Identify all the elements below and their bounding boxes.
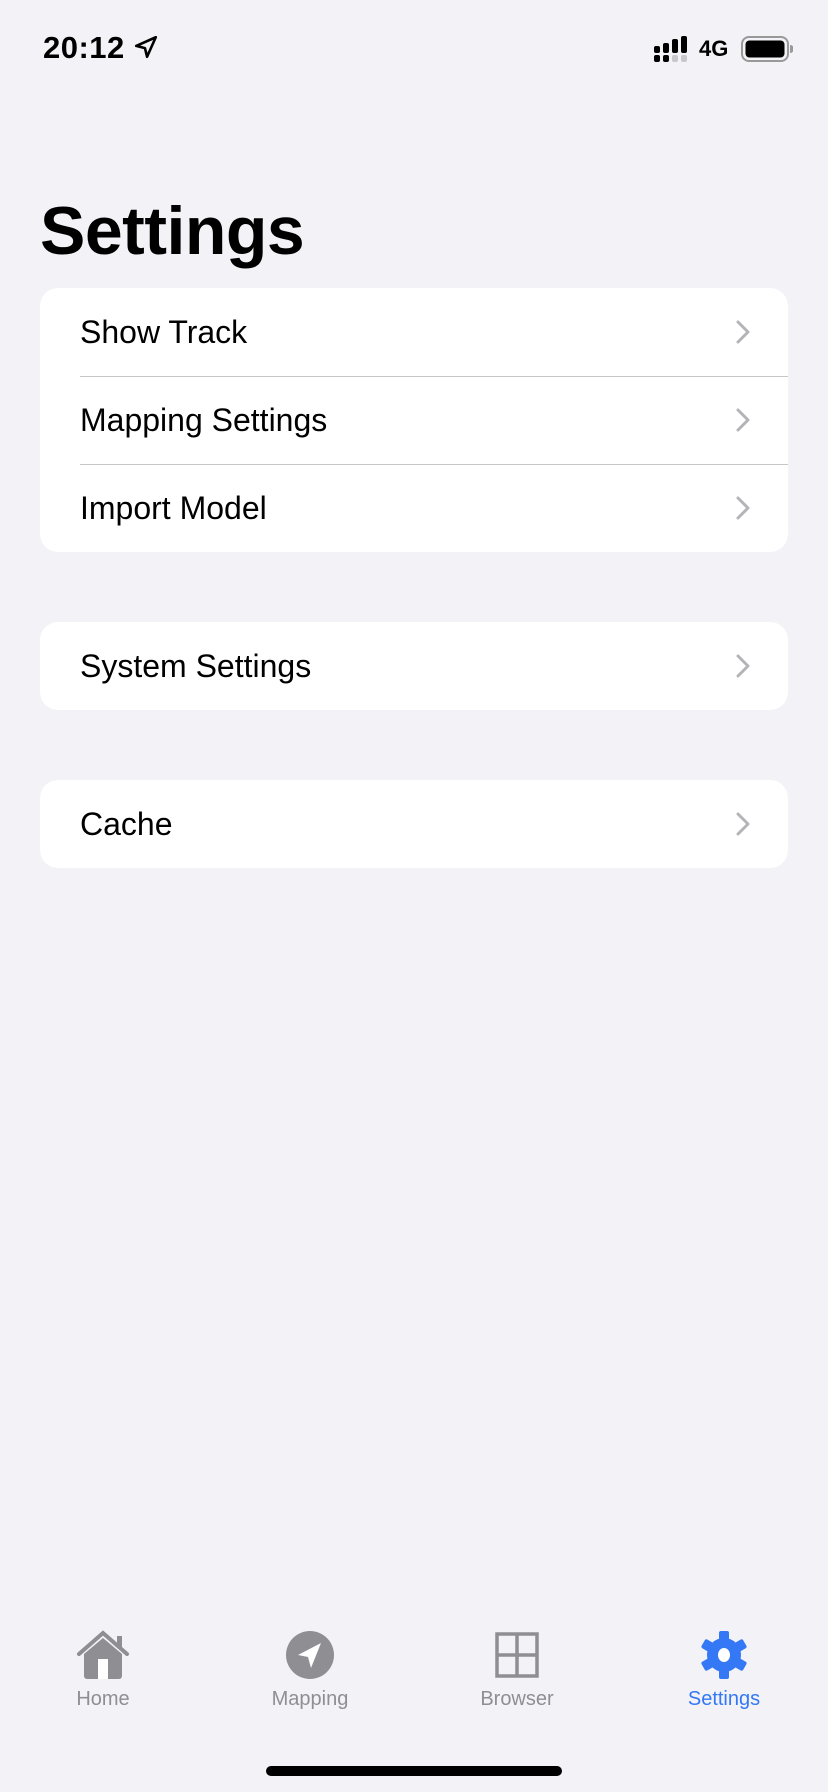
- signal-icon: [654, 36, 687, 62]
- row-label: Import Model: [80, 489, 267, 526]
- tab-label: Mapping: [271, 1688, 349, 1710]
- location-arrow-icon: [286, 1631, 334, 1679]
- tab-label: Home: [76, 1688, 130, 1710]
- page-title: Settings: [40, 193, 305, 269]
- home-indicator[interactable]: [266, 1766, 562, 1776]
- location-arrow-icon: [134, 35, 158, 59]
- settings-group-cache: Cache: [40, 780, 788, 868]
- row-label: System Settings: [80, 647, 312, 684]
- chevron-right-icon: [736, 320, 750, 344]
- tab-bar: Home Mapping Browser Settings: [0, 1630, 828, 1730]
- tab-label: Settings: [687, 1688, 761, 1710]
- row-system-settings[interactable]: System Settings: [40, 622, 788, 710]
- settings-group-system: System Settings: [40, 622, 788, 710]
- row-mapping-settings[interactable]: Mapping Settings: [40, 376, 788, 464]
- chevron-right-icon: [736, 812, 750, 836]
- row-import-model[interactable]: Import Model: [40, 464, 788, 552]
- network-type: 4G: [699, 36, 729, 61]
- tab-label: Browser: [480, 1688, 554, 1710]
- tab-settings[interactable]: Settings: [644, 1630, 804, 1711]
- row-show-track[interactable]: Show Track: [40, 288, 788, 376]
- tab-browser[interactable]: Browser: [437, 1630, 597, 1711]
- battery-icon: [741, 36, 793, 62]
- gear-icon: [701, 1631, 747, 1679]
- status-time: 20:12: [43, 30, 125, 65]
- grid-icon: [495, 1632, 539, 1678]
- row-label: Cache: [80, 805, 173, 842]
- chevron-right-icon: [736, 654, 750, 678]
- chevron-right-icon: [736, 408, 750, 432]
- row-label: Show Track: [80, 313, 248, 350]
- status-bar: 20:12 4G: [0, 28, 828, 72]
- tab-mapping[interactable]: Mapping: [230, 1630, 390, 1711]
- chevron-right-icon: [736, 496, 750, 520]
- settings-group-main: Show Track Mapping Settings Import Model: [40, 288, 788, 552]
- row-label: Mapping Settings: [80, 401, 328, 438]
- tab-home[interactable]: Home: [23, 1630, 183, 1711]
- house-icon: [77, 1630, 129, 1679]
- row-cache[interactable]: Cache: [40, 780, 788, 868]
